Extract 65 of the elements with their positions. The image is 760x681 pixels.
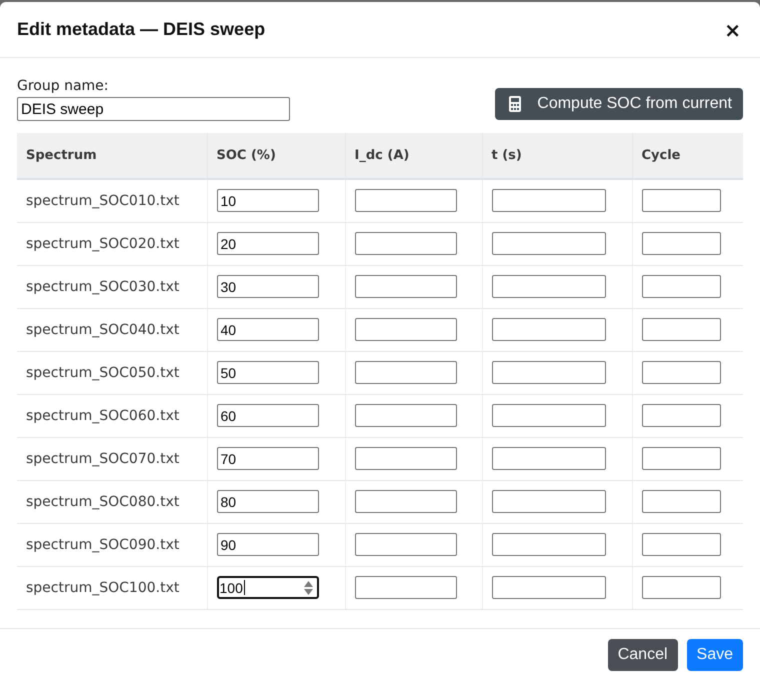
input-field[interactable] xyxy=(642,576,720,599)
group-name-label: Group name: xyxy=(17,78,110,94)
input-field[interactable] xyxy=(642,275,720,298)
input-field[interactable] xyxy=(642,232,720,255)
input-field[interactable] xyxy=(354,447,456,470)
input-field[interactable] xyxy=(354,576,456,599)
input-field[interactable] xyxy=(642,318,720,341)
close-button[interactable]: × xyxy=(722,20,743,40)
input-field[interactable] xyxy=(492,490,606,513)
number-field[interactable]: 90 xyxy=(216,533,318,556)
input-field[interactable] xyxy=(492,404,606,427)
input-field[interactable] xyxy=(354,318,456,341)
column-header: SOC (%) xyxy=(207,133,345,179)
input-field[interactable] xyxy=(492,318,606,341)
input-field[interactable] xyxy=(354,490,456,513)
column-header: Spectrum xyxy=(17,133,207,179)
dialog-title: Edit metadata — DEIS sweep xyxy=(17,19,266,40)
spectrum-filename: spectrum_SOC090.txt xyxy=(17,523,207,566)
spectrum-filename: spectrum_SOC010.txt xyxy=(17,179,207,222)
input-field[interactable] xyxy=(354,361,456,384)
input-field[interactable] xyxy=(354,232,456,255)
input-field[interactable] xyxy=(492,232,606,255)
number-field[interactable]: 60 xyxy=(216,404,318,427)
input-field[interactable] xyxy=(492,361,606,384)
number-field[interactable]: 20 xyxy=(216,232,318,255)
input-field[interactable] xyxy=(642,490,720,513)
input-field[interactable] xyxy=(492,447,606,470)
spectrum-filename: spectrum_SOC020.txt xyxy=(17,222,207,265)
number-field[interactable]: 70 xyxy=(216,447,318,470)
input-field[interactable] xyxy=(492,533,606,556)
spectrum-filename: spectrum_SOC060.txt xyxy=(17,394,207,437)
spectrum-filename: spectrum_SOC080.txt xyxy=(17,480,207,523)
column-header: Cycle xyxy=(632,133,743,179)
number-field[interactable]: 50 xyxy=(216,361,318,384)
input-field[interactable] xyxy=(642,447,720,470)
number-field[interactable]: 100 xyxy=(216,576,318,599)
input-field[interactable] xyxy=(642,404,720,427)
spectrum-filename: spectrum_SOC050.txt xyxy=(17,351,207,394)
column-header: t (s) xyxy=(482,133,632,179)
spectrum-filename: spectrum_SOC070.txt xyxy=(17,437,207,480)
input-field[interactable] xyxy=(642,361,720,384)
spectrum-filename: spectrum_SOC040.txt xyxy=(17,308,207,351)
input-field[interactable] xyxy=(492,189,606,212)
input-field[interactable] xyxy=(492,275,606,298)
input-field[interactable] xyxy=(642,533,720,556)
cancel-button[interactable]: Cancel xyxy=(608,639,678,671)
input-field[interactable] xyxy=(642,189,720,212)
number-field[interactable]: 30 xyxy=(216,275,318,298)
spinner-icon[interactable] xyxy=(304,580,312,594)
compute-soc-button[interactable]: Compute SOC from current xyxy=(495,88,743,120)
calculator-icon xyxy=(509,96,522,112)
number-field[interactable]: 10 xyxy=(216,189,318,212)
text-cursor xyxy=(244,580,245,595)
input-field[interactable] xyxy=(354,189,456,212)
input-field[interactable] xyxy=(354,533,456,556)
number-field[interactable]: 80 xyxy=(216,490,318,513)
spectrum-filename: spectrum_SOC030.txt xyxy=(17,265,207,308)
input-field[interactable] xyxy=(354,404,456,427)
number-field[interactable]: 40 xyxy=(216,318,318,341)
input-field[interactable] xyxy=(354,275,456,298)
group-name-field[interactable]: DEIS sweep xyxy=(17,97,290,121)
save-button[interactable]: Save xyxy=(686,639,743,671)
input-field[interactable] xyxy=(492,576,606,599)
column-header: I_dc (A) xyxy=(345,133,482,179)
spectrum-filename: spectrum_SOC100.txt xyxy=(17,566,207,609)
